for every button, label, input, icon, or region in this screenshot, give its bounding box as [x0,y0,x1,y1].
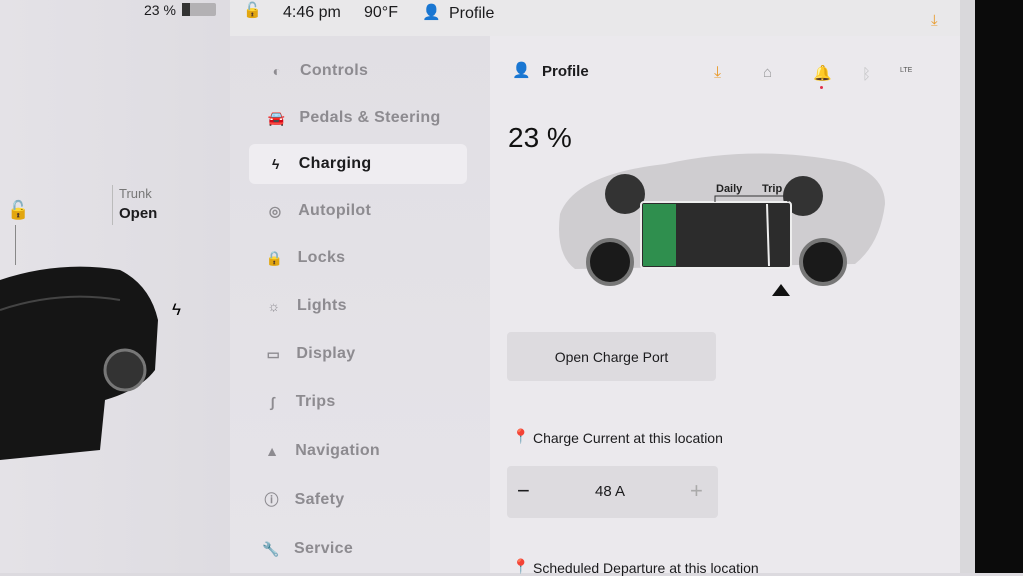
battery-percent: 23 % [144,2,176,18]
home-icon[interactable]: ⌂ [763,64,772,81]
profile-button[interactable]: Profile [449,5,494,23]
download-icon[interactable]: ⤓ [714,64,721,82]
charging-panel: 👤 Profile ⤓ ⌂ 🔔 ᛒ LTE 23 % Daily Trip Op… [490,36,975,576]
alert-circle-icon: ⓘ [264,492,279,508]
temperature: 90°F [364,4,398,21]
menu-item-label: Lights [297,297,347,314]
menu-item-label: Autopilot [298,202,372,219]
menu-item-service[interactable]: 🔧 Service [244,529,462,569]
steering-wheel-icon: ◎ [268,202,282,219]
divider [112,185,113,225]
menu-item-label: Trips [295,393,336,410]
sun-icon: ☼ [267,298,281,314]
status-bar: 23 % 🔓 4:46 pm 90°F 👤 Profile [0,0,560,36]
bluetooth-icon[interactable]: ᛒ [862,66,871,83]
location-pin-icon: 📍 [512,558,530,574]
notification-dot [820,86,823,89]
menu-item-label: Charging [298,155,372,172]
menu-item-label: Safety [294,491,345,508]
menu-item-autopilot[interactable]: ◎ Autopilot [248,191,466,231]
menu-item-trips[interactable]: ∫ Trips [246,382,464,422]
lock-icon[interactable]: 🔓 [243,1,262,19]
bezel [975,0,1023,573]
menu-item-display[interactable]: ▭ Display [246,334,464,374]
toggle-icon: ◐ [272,63,282,79]
profile-icon[interactable]: 👤 [422,3,441,21]
charge-current-stepper: − 48 A + [507,466,718,518]
menu-item-controls[interactable]: ◐ Controls [250,51,468,91]
charge-current-value: 48 A [595,483,626,500]
menu-item-pedals-steering[interactable]: 🚘 Pedals & Steering [249,98,467,138]
menu-item-locks[interactable]: 🔒 Locks [248,238,466,278]
lte-signal-icon: LTE [900,67,913,74]
scheduled-departure-label: Scheduled Departure at this location [533,560,759,576]
trunk-label: Trunk [119,186,152,201]
clock: 4:46 pm [283,4,341,21]
location-pin-icon: 📍 [512,428,530,444]
display-icon: ▭ [266,345,281,362]
car-image [0,266,158,460]
menu-item-label: Controls [300,62,369,79]
menu-item-safety[interactable]: ⓘ Safety [245,480,463,520]
profile-icon: 👤 [512,62,531,79]
battery-icon [182,3,216,16]
menu-item-charging[interactable]: ϟ Charging [248,144,467,184]
unlock-icon[interactable]: 🔓 [7,200,29,221]
trunk-open-button[interactable]: Open [119,205,157,222]
daily-label: Daily [716,183,743,195]
open-charge-port-button[interactable]: Open Charge Port [507,332,716,381]
lock-icon: 🔒 [265,249,284,266]
menu-item-label: Pedals & Steering [299,109,441,126]
bell-icon[interactable]: 🔔 [813,64,832,82]
trips-icon: ∫ [270,394,275,410]
vehicle-panel: 🔓 Trunk Open ϟ [0,0,230,573]
bolt-icon: ϟ [172,300,181,319]
trip-label: Trip [762,183,783,195]
wrench-icon: 🔧 [262,540,280,557]
car-icon: 🚘 [267,109,286,126]
menu-item-lights[interactable]: ☼ Lights [247,286,465,326]
menu-item-label: Navigation [295,442,380,459]
menu-item-label: Display [296,345,356,362]
charge-limit-marker [772,284,790,296]
increase-button[interactable]: + [690,478,703,504]
charge-current-label: Charge Current at this location [533,430,723,446]
menu-item-label: Locks [297,249,346,266]
battery-car-illustration [559,153,885,296]
charge-level-fill [643,204,676,266]
download-icon[interactable]: ⤓ [931,12,938,29]
divider [15,225,16,265]
bolt-icon: ϟ [271,156,280,172]
decrease-button[interactable]: − [517,478,530,504]
menu-item-label: Service [294,540,354,557]
menu-item-navigation[interactable]: ▲ Navigation [245,431,463,471]
navigation-arrow-icon: ▲ [265,443,280,459]
profile-label[interactable]: Profile [542,63,589,80]
screen-edge [960,0,975,573]
